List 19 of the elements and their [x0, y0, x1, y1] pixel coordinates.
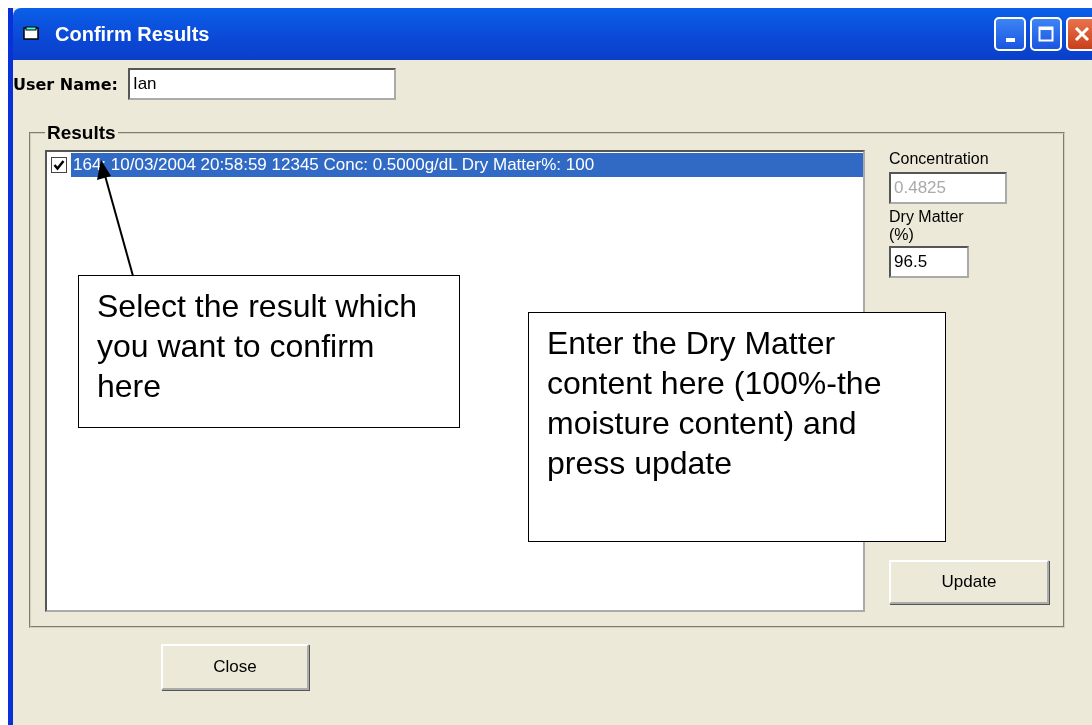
results-group-label: Results — [46, 122, 117, 144]
user-name-field[interactable]: Ian — [127, 68, 396, 100]
window-title: Confirm Results — [55, 22, 210, 46]
close-button[interactable]: Close — [161, 644, 309, 690]
callout-note: Select the result which you want to confirm here — [78, 275, 460, 428]
dry-matter-label: Dry Matter (%) — [889, 208, 965, 244]
maximize-icon — [1038, 26, 1054, 42]
concentration-label: Concentration — [889, 150, 989, 168]
minimize-button[interactable] — [994, 17, 1026, 51]
close-icon — [1074, 26, 1090, 42]
callout-note: Enter the Dry Matter content here (100%-the moisture content) and press update — [528, 312, 946, 542]
maximize-button[interactable] — [1030, 17, 1062, 51]
update-button[interactable]: Update — [889, 560, 1049, 604]
user-name-label: User Name: — [13, 74, 118, 94]
window-icon — [23, 26, 41, 42]
minimize-icon — [1005, 38, 1015, 42]
checkbox[interactable] — [51, 157, 67, 173]
dry-matter-field[interactable]: 96.5 — [889, 246, 969, 278]
close-window-button[interactable] — [1066, 17, 1092, 51]
